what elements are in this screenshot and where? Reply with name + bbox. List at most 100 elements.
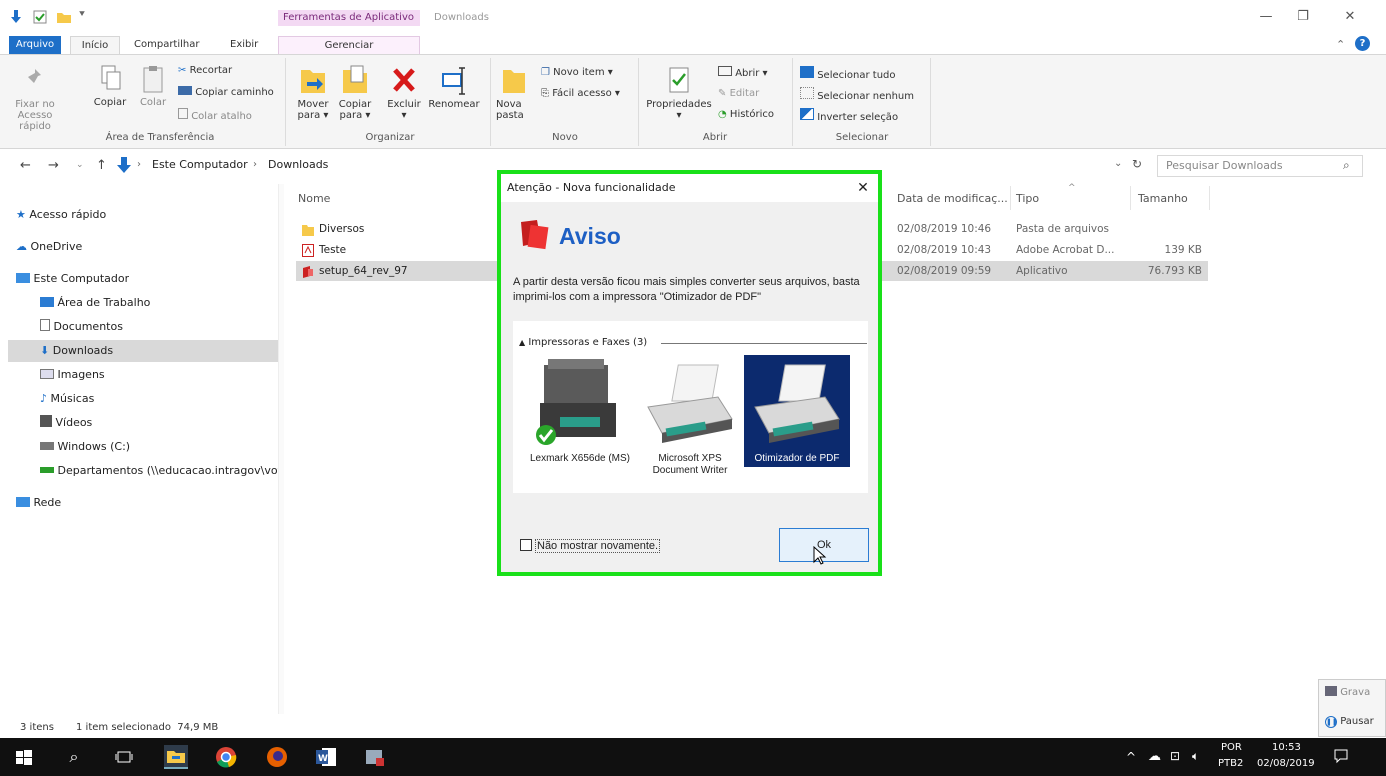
properties-check-icon[interactable] [32, 9, 48, 25]
refresh-icon[interactable]: ↻ [1132, 157, 1142, 171]
printers-group-header[interactable]: ▲ Impressoras e Faxes (3) [519, 337, 647, 348]
show-hidden-icons-icon[interactable]: ^ [1126, 750, 1136, 764]
new-item-button[interactable]: ❐ Novo item ▾ [541, 66, 613, 79]
clock-time[interactable]: 10:53 [1272, 742, 1301, 753]
minimize-button[interactable]: — [1254, 8, 1278, 26]
open-button[interactable]: Abrir ▾ [718, 66, 768, 80]
copy-to-button[interactable]: Copiar para ▾ [335, 64, 375, 121]
download-arrow-icon[interactable] [8, 9, 24, 25]
clock-date[interactable]: 02/08/2019 [1257, 758, 1315, 769]
tab-inicio[interactable]: Início [70, 36, 120, 54]
printer-microsoft-xps[interactable]: Microsoft XPS Document Writer [637, 355, 743, 476]
checkbox-label: Não mostrar novamente. [535, 539, 661, 553]
help-icon[interactable]: ? [1355, 36, 1370, 51]
nav-label: Rede [33, 496, 62, 509]
edit-button[interactable]: ✎ Editar [718, 87, 759, 100]
dialog-close-button[interactable]: ✕ [854, 174, 872, 202]
firefox-icon[interactable] [265, 745, 289, 769]
customize-qa-icon[interactable]: ⯆ [78, 9, 94, 25]
ribbon-divider [285, 58, 286, 146]
nav-scrollbar[interactable] [278, 184, 284, 714]
column-divider [1209, 186, 1210, 210]
nav-downloads[interactable]: ⬇ Downloads [8, 340, 278, 362]
search-icon[interactable]: ⌕ [1343, 158, 1350, 173]
column-header-tipo[interactable]: Tipo [1016, 192, 1039, 205]
printer-lexmark[interactable]: Lexmark X656de (MS) [527, 355, 633, 467]
breadcrumb-downloads[interactable]: Downloads [268, 158, 328, 171]
move-to-button[interactable]: Mover para ▾ [294, 64, 332, 121]
easy-access-button[interactable]: ⎘ Fácil acesso ▾ [541, 87, 620, 100]
search-icon[interactable]: ⌕ [62, 745, 86, 769]
forward-arrow-icon[interactable]: → [48, 158, 59, 173]
network-icon [16, 497, 30, 507]
paste-shortcut-button[interactable]: Colar atalho [178, 108, 252, 123]
nav-acesso-rapido[interactable]: ★ Acesso rápido [16, 204, 106, 226]
windows-start-icon[interactable] [12, 745, 36, 769]
file-explorer-icon[interactable] [164, 745, 188, 769]
delete-button[interactable]: Excluir ▾ [384, 64, 424, 121]
nav-este-computador[interactable]: Este Computador [16, 268, 129, 290]
network-tray-icon[interactable]: ⊡ [1170, 749, 1180, 763]
nav-documentos[interactable]: Documentos [40, 316, 123, 338]
collapse-ribbon-icon[interactable]: ⌃ [1336, 38, 1345, 51]
keyboard-layout[interactable]: PTB2 [1218, 758, 1243, 769]
task-view-icon[interactable] [112, 745, 136, 769]
paste-button[interactable]: Colar [136, 64, 170, 108]
column-header-tamanho[interactable]: Tamanho [1138, 192, 1188, 205]
open-label: Abrir ▾ [735, 68, 768, 79]
breadcrumb-este-computador[interactable]: Este Computador [152, 158, 248, 171]
up-arrow-icon[interactable]: ↑ [96, 158, 107, 173]
copy-button[interactable]: Copiar [90, 64, 130, 108]
recorder-app-icon[interactable] [362, 745, 386, 769]
maximize-button[interactable]: ❐ [1291, 8, 1315, 26]
rename-button[interactable]: Renomear [428, 64, 480, 110]
new-folder-icon[interactable] [56, 9, 72, 25]
breadcrumb-separator: › [253, 159, 257, 170]
onedrive-tray-icon[interactable]: ☁ [1148, 749, 1161, 764]
pause-button[interactable]: ❚❚ Pausar [1325, 716, 1374, 728]
printer-otimizador-pdf[interactable]: Otimizador de PDF [744, 355, 850, 467]
properties-button[interactable]: Propriedades ▾ [644, 64, 714, 121]
nav-imagens[interactable]: Imagens [40, 364, 105, 386]
nav-onedrive[interactable]: ☁ OneDrive [16, 236, 82, 258]
nav-area-trabalho[interactable]: Área de Trabalho [40, 292, 150, 314]
pin-quick-access-button[interactable]: Fixar no Acesso rápido [10, 66, 60, 132]
dont-show-again-checkbox[interactable]: Não mostrar novamente. [520, 539, 661, 553]
recent-locations-icon[interactable]: ⌄ [76, 160, 84, 170]
file-date: 02/08/2019 10:46 [897, 223, 992, 235]
chrome-icon[interactable] [214, 745, 238, 769]
nav-videos[interactable]: Vídeos [40, 412, 92, 434]
record-button[interactable]: Grava [1325, 686, 1370, 698]
close-button[interactable]: ✕ [1338, 8, 1362, 26]
cut-button[interactable]: ✂ Recortar [178, 64, 232, 77]
word-icon[interactable]: W [314, 745, 338, 769]
copy-path-button[interactable]: Copiar caminho [178, 86, 274, 99]
language-code[interactable]: POR [1221, 742, 1242, 753]
copy-path-label: Copiar caminho [195, 87, 274, 98]
tab-arquivo[interactable]: Arquivo [9, 36, 61, 54]
select-all-button[interactable]: Selecionar tudo [800, 66, 896, 82]
back-arrow-icon[interactable]: ← [20, 158, 31, 173]
checkbox-box[interactable] [520, 539, 532, 551]
nav-windows-c[interactable]: Windows (C:) [40, 436, 130, 458]
nav-musicas[interactable]: ♪ Músicas [40, 388, 94, 410]
select-none-button[interactable]: Selecionar nenhum [800, 87, 914, 103]
address-dropdown-icon[interactable]: ⌄ [1114, 158, 1122, 169]
new-folder-icon [503, 70, 525, 93]
nav-rede[interactable]: Rede [16, 492, 61, 514]
volume-icon[interactable]: 🔈︎ [1192, 749, 1199, 764]
tab-exibir[interactable]: Exibir [224, 36, 264, 54]
copy-to-label: Copiar para ▾ [338, 99, 372, 121]
tab-compartilhar[interactable]: Compartilhar [128, 36, 205, 54]
tab-gerenciar[interactable]: Gerenciar [278, 36, 420, 54]
notifications-icon[interactable] [1333, 748, 1349, 767]
nav-departamentos[interactable]: Departamentos (\\educacao.intragov\vot [40, 460, 278, 482]
column-header-data[interactable]: Data de modificaç... [897, 192, 1007, 205]
search-input[interactable]: Pesquisar Downloads [1157, 155, 1363, 177]
column-header-nome[interactable]: Nome [298, 192, 330, 205]
history-button[interactable]: ◔ Histórico [718, 108, 774, 121]
title-bar [0, 0, 1386, 34]
pdf-logo-icon [515, 218, 551, 253]
new-folder-button[interactable]: Nova pasta [496, 64, 532, 121]
invert-selection-button[interactable]: Inverter seleção [800, 108, 898, 124]
